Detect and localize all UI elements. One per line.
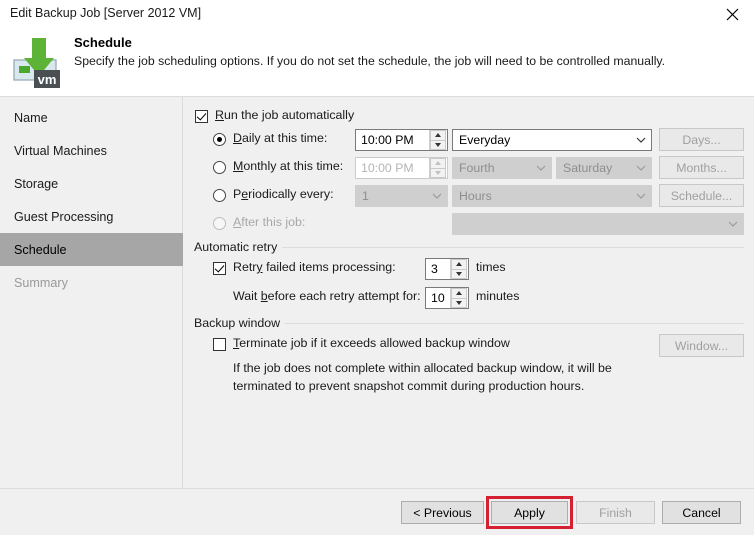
retry-failed-label: Retry failed items processing: bbox=[233, 260, 396, 274]
svg-text:vm: vm bbox=[38, 72, 57, 87]
content-panel: Run the job automatically Daily at this … bbox=[184, 97, 754, 489]
monthly-day-combo[interactable]: Saturday bbox=[556, 157, 652, 179]
wait-minutes-arrows[interactable] bbox=[450, 288, 467, 308]
daily-time-arrows[interactable] bbox=[429, 130, 446, 150]
chevron-down-icon bbox=[631, 165, 651, 172]
apply-button-label: Apply bbox=[514, 505, 545, 520]
footer-bar: < Previous Apply Finish Cancel bbox=[0, 488, 754, 535]
backup-window-desc-line2: terminated to prevent snapshot commit du… bbox=[233, 379, 585, 393]
wait-minutes-value: 10 bbox=[431, 291, 445, 305]
cancel-button-label: Cancel bbox=[682, 505, 721, 520]
body-area: Name Virtual Machines Storage Guest Proc… bbox=[0, 96, 754, 489]
monthly-week-combo[interactable]: Fourth bbox=[452, 157, 552, 179]
title-bar: Edit Backup Job [Server 2012 VM] bbox=[0, 0, 754, 28]
daily-frequency-combo[interactable]: Everyday bbox=[452, 129, 652, 151]
chevron-down-icon bbox=[427, 193, 447, 200]
finish-button[interactable]: Finish bbox=[576, 501, 655, 524]
monthly-time-value: 10:00 PM bbox=[361, 161, 414, 175]
retry-times-arrows[interactable] bbox=[450, 259, 467, 279]
schedule-button[interactable]: Schedule... bbox=[659, 184, 744, 207]
monthly-label: Monthly at this time: bbox=[233, 159, 344, 173]
daily-label: Daily at this time: bbox=[233, 131, 328, 145]
dialog-window: Edit Backup Job [Server 2012 VM] vm Sche… bbox=[0, 0, 754, 535]
retry-times-spinner[interactable]: 3 bbox=[425, 258, 469, 280]
sidebar-item-schedule[interactable]: Schedule bbox=[0, 233, 183, 266]
previous-button[interactable]: < Previous bbox=[401, 501, 484, 524]
monthly-day-value: Saturday bbox=[563, 161, 613, 175]
periodically-unit-value: Hours bbox=[459, 189, 492, 203]
months-button[interactable]: Months... bbox=[659, 156, 744, 179]
retry-times-unit: times bbox=[476, 260, 506, 274]
sidebar: Name Virtual Machines Storage Guest Proc… bbox=[0, 97, 183, 489]
daily-time-value: 10:00 PM bbox=[361, 133, 414, 147]
monthly-time-arrows[interactable] bbox=[429, 158, 446, 178]
monthly-radio[interactable] bbox=[213, 161, 226, 174]
retry-failed-checkbox[interactable] bbox=[213, 262, 226, 275]
header-band: vm Schedule Specify the job scheduling o… bbox=[0, 28, 754, 96]
page-title: Schedule bbox=[74, 35, 132, 50]
periodically-unit-combo[interactable]: Hours bbox=[452, 185, 652, 207]
periodically-label: Periodically every: bbox=[233, 187, 334, 201]
automatic-retry-group-label: Automatic retry bbox=[194, 240, 283, 254]
terminate-job-checkbox[interactable] bbox=[213, 338, 226, 351]
run-automatically-checkbox[interactable] bbox=[195, 110, 208, 123]
sidebar-item-name[interactable]: Name bbox=[0, 101, 183, 134]
backup-window-group-label: Backup window bbox=[194, 316, 286, 330]
after-job-radio[interactable] bbox=[213, 217, 226, 230]
sidebar-item-guest-processing[interactable]: Guest Processing bbox=[0, 200, 183, 233]
wait-minutes-unit: minutes bbox=[476, 289, 520, 303]
chevron-down-icon bbox=[531, 165, 551, 172]
finish-button-label: Finish bbox=[599, 505, 632, 520]
close-icon[interactable] bbox=[710, 0, 754, 28]
daily-frequency-value: Everyday bbox=[459, 133, 511, 147]
wait-minutes-spinner[interactable]: 10 bbox=[425, 287, 469, 309]
backup-window-desc-line1: If the job does not complete within allo… bbox=[233, 361, 612, 375]
periodically-count-combo[interactable]: 1 bbox=[355, 185, 448, 207]
cancel-button[interactable]: Cancel bbox=[662, 501, 741, 524]
periodically-radio[interactable] bbox=[213, 189, 226, 202]
days-button[interactable]: Days... bbox=[659, 128, 744, 151]
terminate-job-label: Terminate job if it exceeds allowed back… bbox=[233, 336, 510, 350]
retry-times-value: 3 bbox=[431, 262, 438, 276]
window-button[interactable]: Window... bbox=[659, 334, 744, 357]
sidebar-item-virtual-machines[interactable]: Virtual Machines bbox=[0, 134, 183, 167]
window-title: Edit Backup Job [Server 2012 VM] bbox=[10, 6, 202, 20]
chevron-down-icon bbox=[631, 137, 651, 144]
chevron-down-icon bbox=[631, 193, 651, 200]
monthly-time-spinner[interactable]: 10:00 PM bbox=[355, 157, 448, 179]
veeam-vm-backup-icon: vm bbox=[12, 32, 66, 90]
after-job-combo[interactable] bbox=[452, 213, 744, 235]
page-subtitle: Specify the job scheduling options. If y… bbox=[74, 54, 666, 68]
daily-time-spinner[interactable]: 10:00 PM bbox=[355, 129, 448, 151]
run-automatically-label: Run the job automatically bbox=[215, 108, 355, 122]
chevron-down-icon bbox=[723, 221, 743, 228]
monthly-week-value: Fourth bbox=[459, 161, 495, 175]
apply-button[interactable]: Apply bbox=[491, 501, 568, 524]
periodically-count-value: 1 bbox=[362, 189, 369, 203]
after-job-label: After this job: bbox=[233, 215, 306, 229]
sidebar-item-storage[interactable]: Storage bbox=[0, 167, 183, 200]
previous-button-label: < Previous bbox=[413, 505, 472, 520]
wait-before-label: Wait before each retry attempt for: bbox=[233, 289, 421, 303]
sidebar-item-summary[interactable]: Summary bbox=[0, 266, 183, 299]
daily-radio[interactable] bbox=[213, 133, 226, 146]
